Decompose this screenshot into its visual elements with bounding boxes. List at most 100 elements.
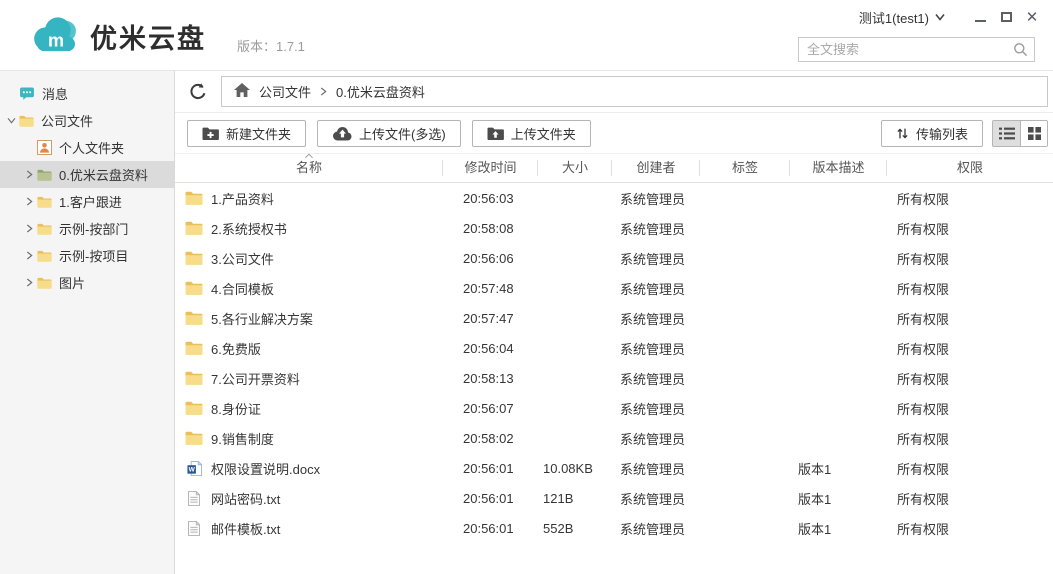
list-view-button[interactable] [993,121,1020,146]
chevron-right-icon [320,87,327,96]
text-file-icon [185,521,203,536]
grid-view-button[interactable] [1020,121,1047,146]
app-logo: m 优米云盘 [30,15,206,58]
file-name-cell: 邮件模板.txt [175,519,443,538]
breadcrumb-current[interactable]: 0.优米云盘资料 [336,82,425,101]
user-name: 测试1(test1) [859,8,929,27]
home-icon[interactable] [234,83,250,100]
sidebar-item[interactable]: 个人文件夹 [0,134,174,161]
permission: 所有权限 [887,309,1053,328]
maximize-button[interactable] [993,7,1019,27]
search-input[interactable] [798,37,1035,62]
sort-asc-icon [305,153,314,159]
table-row[interactable]: 网站密码.txt20:56:01121B系统管理员版本1所有权限 [175,483,1053,513]
folder-icon [185,191,203,205]
folder-icon [185,311,203,325]
table-row[interactable]: 5.各行业解决方案 20:57:47 系统管理员 所有权限 [175,303,1053,333]
folder-yellow-icon [37,196,52,208]
modified-time: 20:56:07 [443,401,538,416]
file-size: 552B [538,521,612,536]
upload-files-button[interactable]: 上传文件(多选) [317,120,461,147]
table-row[interactable]: 2.系统授权书20:58:08系统管理员所有权限 [175,213,1053,243]
modified-time: 20:57:47 [443,311,538,326]
svg-text:m: m [48,30,64,50]
file-name: 5.各行业解决方案 [211,309,313,328]
file-name: 网站密码.txt [211,489,280,508]
creator: 系统管理员 [612,399,700,418]
close-button[interactable]: ✕ [1019,7,1045,27]
chevron-right-icon[interactable] [22,251,37,260]
sidebar-item[interactable]: 图片 [0,269,174,296]
new-folder-button[interactable]: 新建文件夹 [187,120,306,147]
chevron-down-icon[interactable] [4,117,19,124]
breadcrumb: 公司文件 0.优米云盘资料 [221,76,1048,107]
file-name: 6.免费版 [211,339,261,358]
table-row[interactable]: 3.公司文件20:56:06系统管理员所有权限 [175,243,1053,273]
column-header-version[interactable]: 版本描述 [790,153,887,183]
sidebar-item[interactable]: 消息 [0,80,174,107]
maximize-icon [1001,12,1012,22]
upload-folder-button[interactable]: 上传文件夹 [472,120,591,147]
sidebar-item-label: 图片 [59,273,85,292]
refresh-button[interactable] [185,79,211,105]
file-name-cell: 4.合同模板 [175,279,443,298]
table-row[interactable]: 7.公司开票资料20:58:13系统管理员所有权限 [175,363,1053,393]
column-header-tag[interactable]: 标签 [700,153,790,183]
permission: 所有权限 [887,339,1053,358]
column-header-creator[interactable]: 创建者 [612,153,700,183]
search-icon[interactable] [1013,42,1028,62]
column-header-modified[interactable]: 修改时间 [443,153,538,183]
view-toggle [992,120,1048,147]
folder-upload-icon [487,127,504,140]
right-tools: 传输列表 [881,120,1048,147]
table-row[interactable]: 邮件模板.txt20:56:01552B系统管理员版本1所有权限 [175,513,1053,543]
table-row[interactable]: 8.身份证20:56:07系统管理员所有权限 [175,393,1053,423]
user-menu[interactable]: 测试1(test1) [859,8,945,27]
breadcrumb-root[interactable]: 公司文件 [259,82,311,101]
creator: 系统管理员 [612,309,700,328]
file-name-cell: 9.销售制度 [175,429,443,448]
modified-time: 20:58:13 [443,371,538,386]
sidebar-item[interactable]: 示例-按项目 [0,242,174,269]
sidebar-item[interactable]: 0.优米云盘资料 [0,161,174,188]
chevron-right-icon[interactable] [22,224,37,233]
creator: 系统管理员 [612,249,700,268]
column-header-name[interactable]: 名称 [175,153,443,183]
file-name: 1.产品资料 [211,189,274,208]
permission: 所有权限 [887,459,1053,478]
chevron-right-icon[interactable] [22,278,37,287]
sidebar-item-label: 个人文件夹 [59,138,124,157]
table-row[interactable]: 9.销售制度20:58:02系统管理员所有权限 [175,423,1053,453]
transfer-list-label: 传输列表 [916,124,968,143]
svg-text:W: W [188,466,195,473]
sidebar-item[interactable]: 公司文件 [0,107,174,134]
table-row[interactable]: 1.产品资料20:56:03系统管理员所有权限 [175,183,1053,213]
upload-folder-label: 上传文件夹 [511,124,576,143]
file-name-cell: 7.公司开票资料 [175,369,443,388]
chevron-right-icon[interactable] [22,197,37,206]
folder-yellow-icon [37,250,52,262]
column-header-permission[interactable]: 权限 [887,153,1053,183]
file-size: 121B [538,491,612,506]
column-header-size[interactable]: 大小 [538,153,612,183]
file-size: 10.08KB [538,461,612,476]
creator: 系统管理员 [612,459,700,478]
minimize-button[interactable] [967,7,993,27]
folder-icon [185,431,203,445]
sidebar-tree: 消息公司文件个人文件夹 0.优米云盘资料1.客户跟进示例-按部门示例-按项目图片 [0,80,174,296]
navigation-bar: 公司文件 0.优米云盘资料 [175,71,1053,113]
chevron-right-icon[interactable] [22,170,37,179]
table-row[interactable]: 4.合同模板20:57:48系统管理员所有权限 [175,273,1053,303]
transfer-arrows-icon [896,127,909,140]
file-table-body: 1.产品资料20:56:03系统管理员所有权限2.系统授权书20:58:08系统… [175,183,1053,574]
sidebar-item[interactable]: 示例-按部门 [0,215,174,242]
table-row[interactable]: 6.免费版20:56:04系统管理员所有权限 [175,333,1053,363]
sidebar-item[interactable]: 1.客户跟进 [0,188,174,215]
file-name-cell: 网站密码.txt [175,489,443,508]
chat-icon [19,87,35,100]
transfer-list-button[interactable]: 传输列表 [881,120,983,147]
version-desc: 版本1 [790,459,887,478]
cloud-logo-icon: m [30,15,82,58]
file-name-cell: 1.产品资料 [175,189,443,208]
table-row[interactable]: W权限设置说明.docx20:56:0110.08KB系统管理员版本1所有权限 [175,453,1053,483]
